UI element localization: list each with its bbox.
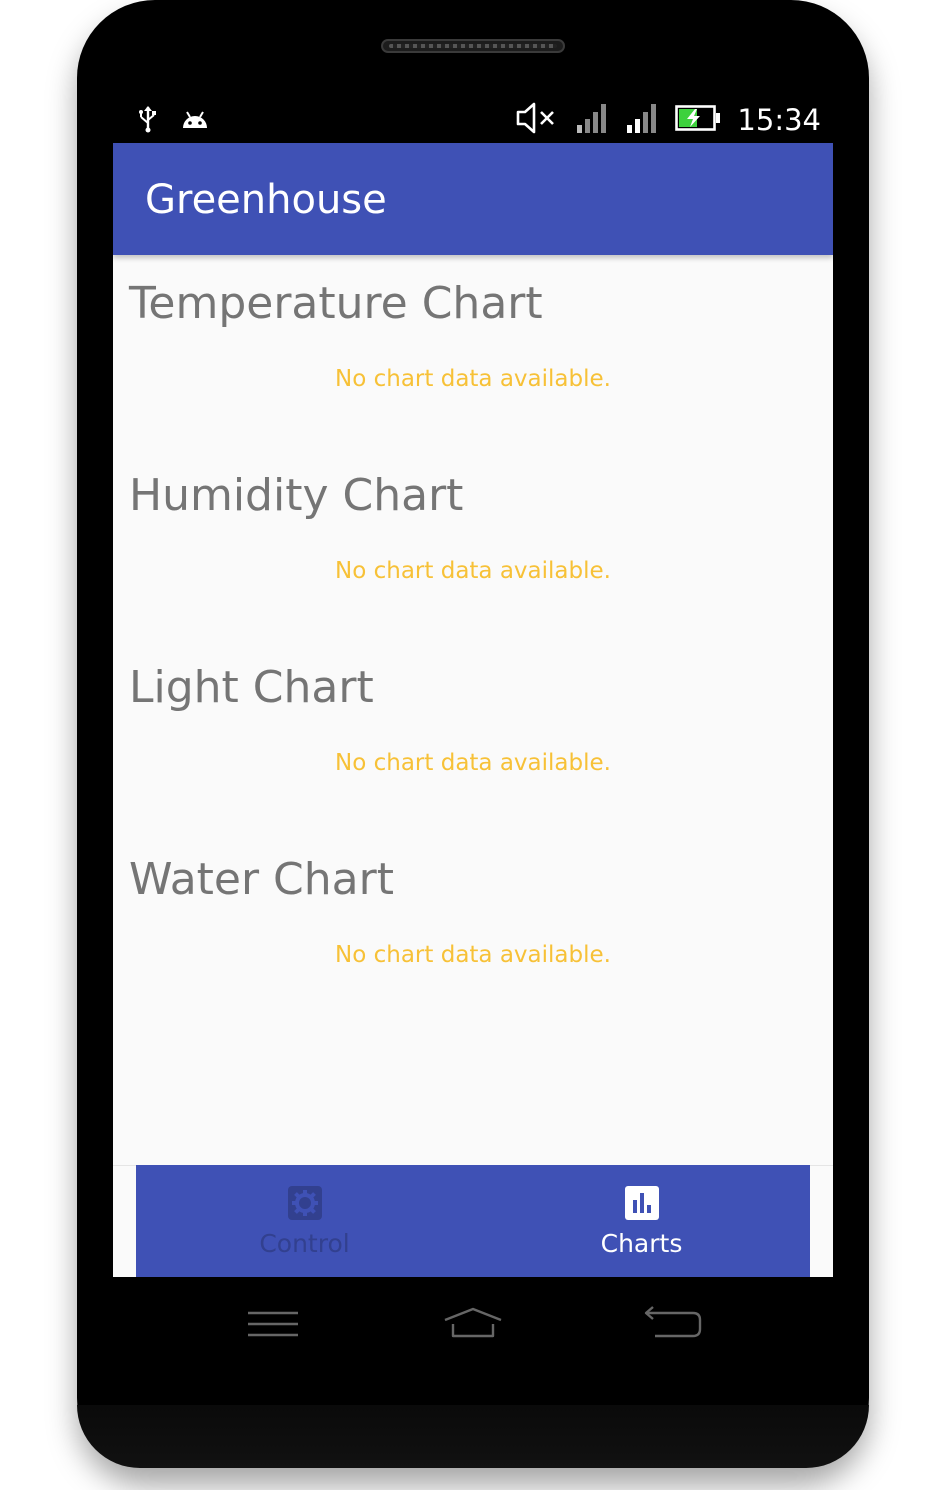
gear-icon [287,1185,323,1221]
status-time: 15:34 [737,103,821,137]
nav-label-control: Control [259,1229,350,1258]
chart-empty-message: No chart data available. [335,750,611,776]
chart-empty-message: No chart data available. [335,942,611,968]
chart-title: Temperature Chart [129,278,543,329]
usb-icon [137,105,159,137]
menu-icon[interactable] [247,1300,299,1350]
nav-item-charts[interactable]: Charts [473,1165,810,1277]
signal-icon [575,101,609,139]
chart-empty-message: No chart data available. [335,366,611,392]
nav-label-charts: Charts [600,1229,683,1258]
chart-empty-message: No chart data available. [335,558,611,584]
water-chart-section: Water Chart No chart data available. [113,854,833,1046]
app-title: Greenhouse [145,177,387,223]
phone-speaker [381,39,565,53]
temperature-chart-section: Temperature Chart No chart data availabl… [113,278,833,470]
humidity-chart-section: Humidity Chart No chart data available. [113,470,833,662]
chart-title: Humidity Chart [129,470,464,521]
chart-title: Light Chart [129,662,374,713]
status-right-icons: 15:34 [515,101,821,139]
volume-muted-icon [515,101,559,139]
chart-title: Water Chart [129,854,394,905]
app-screen: Greenhouse Temperature Chart No chart da… [113,143,833,1277]
battery-charging-icon [675,105,721,135]
home-icon[interactable] [443,1300,503,1350]
nav-item-control[interactable]: Control [136,1165,473,1277]
status-bar: 15:34 [113,95,833,143]
bar-chart-icon [624,1185,660,1221]
light-chart-section: Light Chart No chart data available. [113,662,833,854]
phone-bottom-bezel [77,1405,869,1468]
status-left-icons [137,105,209,137]
android-icon [181,108,209,134]
signal-icon-2 [625,101,659,139]
app-bar: Greenhouse [113,143,833,255]
bottom-navigation: Control Charts [136,1165,810,1277]
back-icon[interactable] [643,1300,703,1350]
